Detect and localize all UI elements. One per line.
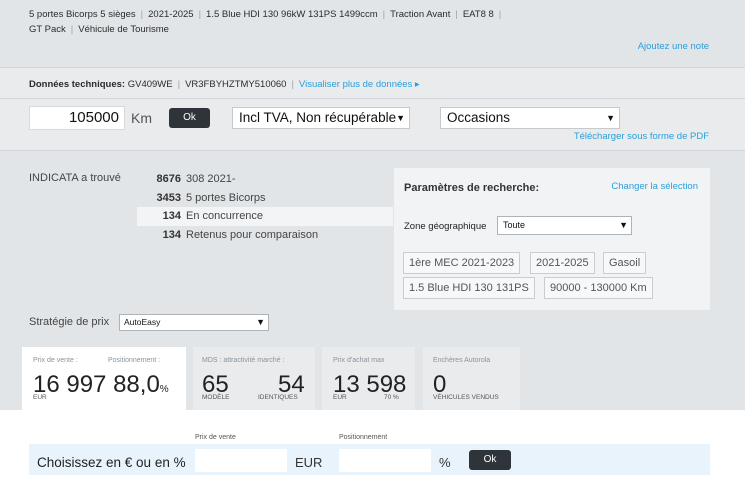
tile-position-sub: Positionnement :: [108, 357, 161, 364]
mileage-input[interactable]: 105000: [29, 106, 125, 130]
tva-select[interactable]: Incl TVA, Non récupérable ▼: [232, 107, 410, 129]
filter-chip[interactable]: 2021-2025: [530, 252, 595, 274]
mileage-ok-button[interactable]: Ok: [169, 108, 210, 128]
chevron-down-icon: ▼: [396, 113, 405, 123]
found-count: 8676: [156, 173, 181, 185]
choose-price-bar: Choisissez en € ou en % EUR % Ok: [29, 444, 710, 475]
tile-auctions[interactable]: Enchères Autorola 0 VÉHICULES VENDUS: [423, 347, 520, 410]
tech-data-line: Données techniques: GV409WE | VR3FBYHZTMY5…: [29, 79, 420, 90]
eur-label: EUR: [295, 455, 323, 470]
position-input[interactable]: [339, 449, 431, 472]
vehicle-type-select[interactable]: Occasions ▼: [440, 107, 620, 129]
choose-text: Choisissez en € ou en %: [37, 455, 186, 470]
price-strategy-label: Stratégie de prix: [29, 316, 110, 328]
mds-identical-label: IDENTIQUES: [258, 394, 298, 401]
found-row: 3453 5 portes Bicorps: [137, 189, 393, 208]
chevron-down-icon: ▼: [619, 220, 628, 230]
spec-engine: 1.5 Blue HDI 130 96kW 131PS 1499ccm: [206, 9, 378, 20]
filter-chip[interactable]: Gasoil: [603, 252, 647, 274]
download-pdf-link[interactable]: Télécharger sous forme de PDF: [574, 131, 709, 142]
search-params-title: Paramètres de recherche:: [404, 182, 540, 194]
found-row-label: 308 2021-: [186, 173, 236, 185]
found-row: 134 En concurrence: [137, 207, 393, 226]
spec-body: 5 portes Bicorps 5 sièges: [29, 9, 136, 20]
spec-drive: Traction Avant: [390, 9, 451, 20]
more-data-link[interactable]: Visualiser plus de données ▸: [299, 79, 420, 90]
found-row-label: En concurrence: [186, 210, 264, 222]
filter-chip[interactable]: 1ère MEC 2021-2023: [403, 252, 521, 274]
mds-model-label: MODÈLE: [202, 394, 230, 401]
sale-price-unit: EUR: [33, 394, 47, 401]
tile-purchase-sub: Prix d'achat max: [333, 357, 385, 364]
filter-chip[interactable]: 90000 - 130000 Km: [544, 277, 653, 299]
found-label: INDICATA a trouvé: [29, 172, 121, 184]
spec-trim: GT Pack: [29, 24, 66, 35]
price-strategy-select[interactable]: AutoEasy ▼: [119, 314, 269, 331]
tile-mds-sub: MDS : attractivité marché :: [202, 357, 285, 364]
plate-number: GV409WE: [127, 79, 173, 90]
change-selection-link[interactable]: Changer la sélection: [611, 181, 698, 192]
tech-data-label: Données techniques:: [29, 79, 126, 90]
pct-label: %: [439, 455, 451, 470]
found-count: 134: [162, 229, 181, 241]
tva-select-value: Incl TVA, Non récupérable: [239, 110, 397, 125]
tile-sale-price[interactable]: Prix de vente : Positionnement : 16 997 …: [22, 347, 186, 410]
purchase-price-unit: EUR: [333, 394, 347, 401]
position-number: 88,0: [113, 371, 160, 398]
found-row-label: 5 portes Bicorps: [186, 192, 266, 204]
spec-gearbox: EAT8 8: [462, 9, 494, 20]
purchase-price-pct: 70 %: [384, 394, 399, 401]
spec-years: 2021-2025: [148, 9, 194, 20]
chevron-down-icon: ▼: [606, 113, 615, 123]
found-row-label: Retenus pour comparaison: [186, 229, 319, 241]
sale-price-value: 16 997 88,0%: [33, 371, 169, 399]
position-field-label: Positionnement: [339, 434, 388, 441]
tile-auctions-sub: Enchères Autorola: [433, 357, 491, 364]
spec-category: Véhicule de Tourisme: [78, 24, 169, 35]
sale-price-input[interactable]: [195, 449, 287, 472]
filter-chip[interactable]: 1.5 Blue HDI 130 131PS: [403, 277, 535, 299]
zone-select-value: Toute: [503, 220, 526, 230]
search-params-panel: Paramètres de recherche: Changer la séle…: [394, 168, 710, 310]
auctions-label: VÉHICULES VENDUS: [433, 394, 499, 401]
zone-label: Zone géographique: [404, 221, 487, 232]
tile-mds[interactable]: MDS : attractivité marché : 65 54 MODÈLE…: [193, 347, 315, 410]
found-row: 134 Retenus pour comparaison: [137, 226, 393, 245]
add-note-link[interactable]: Ajoutez une note: [638, 41, 709, 52]
choose-ok-button[interactable]: Ok: [469, 450, 511, 470]
tile-purchase-price[interactable]: Prix d'achat max 13 598 EUR 70 %: [322, 347, 415, 410]
vin-number: VR3FBYHZTMY510060: [185, 79, 287, 90]
sale-price-field-label: Prix de vente: [195, 434, 236, 441]
mileage-unit: Km: [131, 110, 152, 126]
vehicle-spec-line-2: GT Pack | Véhicule de Tourisme: [29, 24, 169, 35]
found-count: 3453: [156, 192, 181, 204]
found-count: 134: [162, 210, 181, 222]
position-pct-sign: %: [159, 384, 169, 395]
vehicle-spec-line: 5 portes Bicorps 5 sièges | 2021-2025 | 1.5 …: [29, 9, 502, 20]
price-strategy-value: AutoEasy: [124, 317, 161, 327]
found-row: 8676 308 2021-: [137, 170, 393, 189]
zone-select[interactable]: Toute ▼: [497, 216, 632, 235]
tile-sale-sub: Prix de vente :: [33, 357, 78, 364]
chevron-down-icon: ▼: [256, 317, 265, 327]
vehicle-type-value: Occasions: [447, 110, 511, 125]
